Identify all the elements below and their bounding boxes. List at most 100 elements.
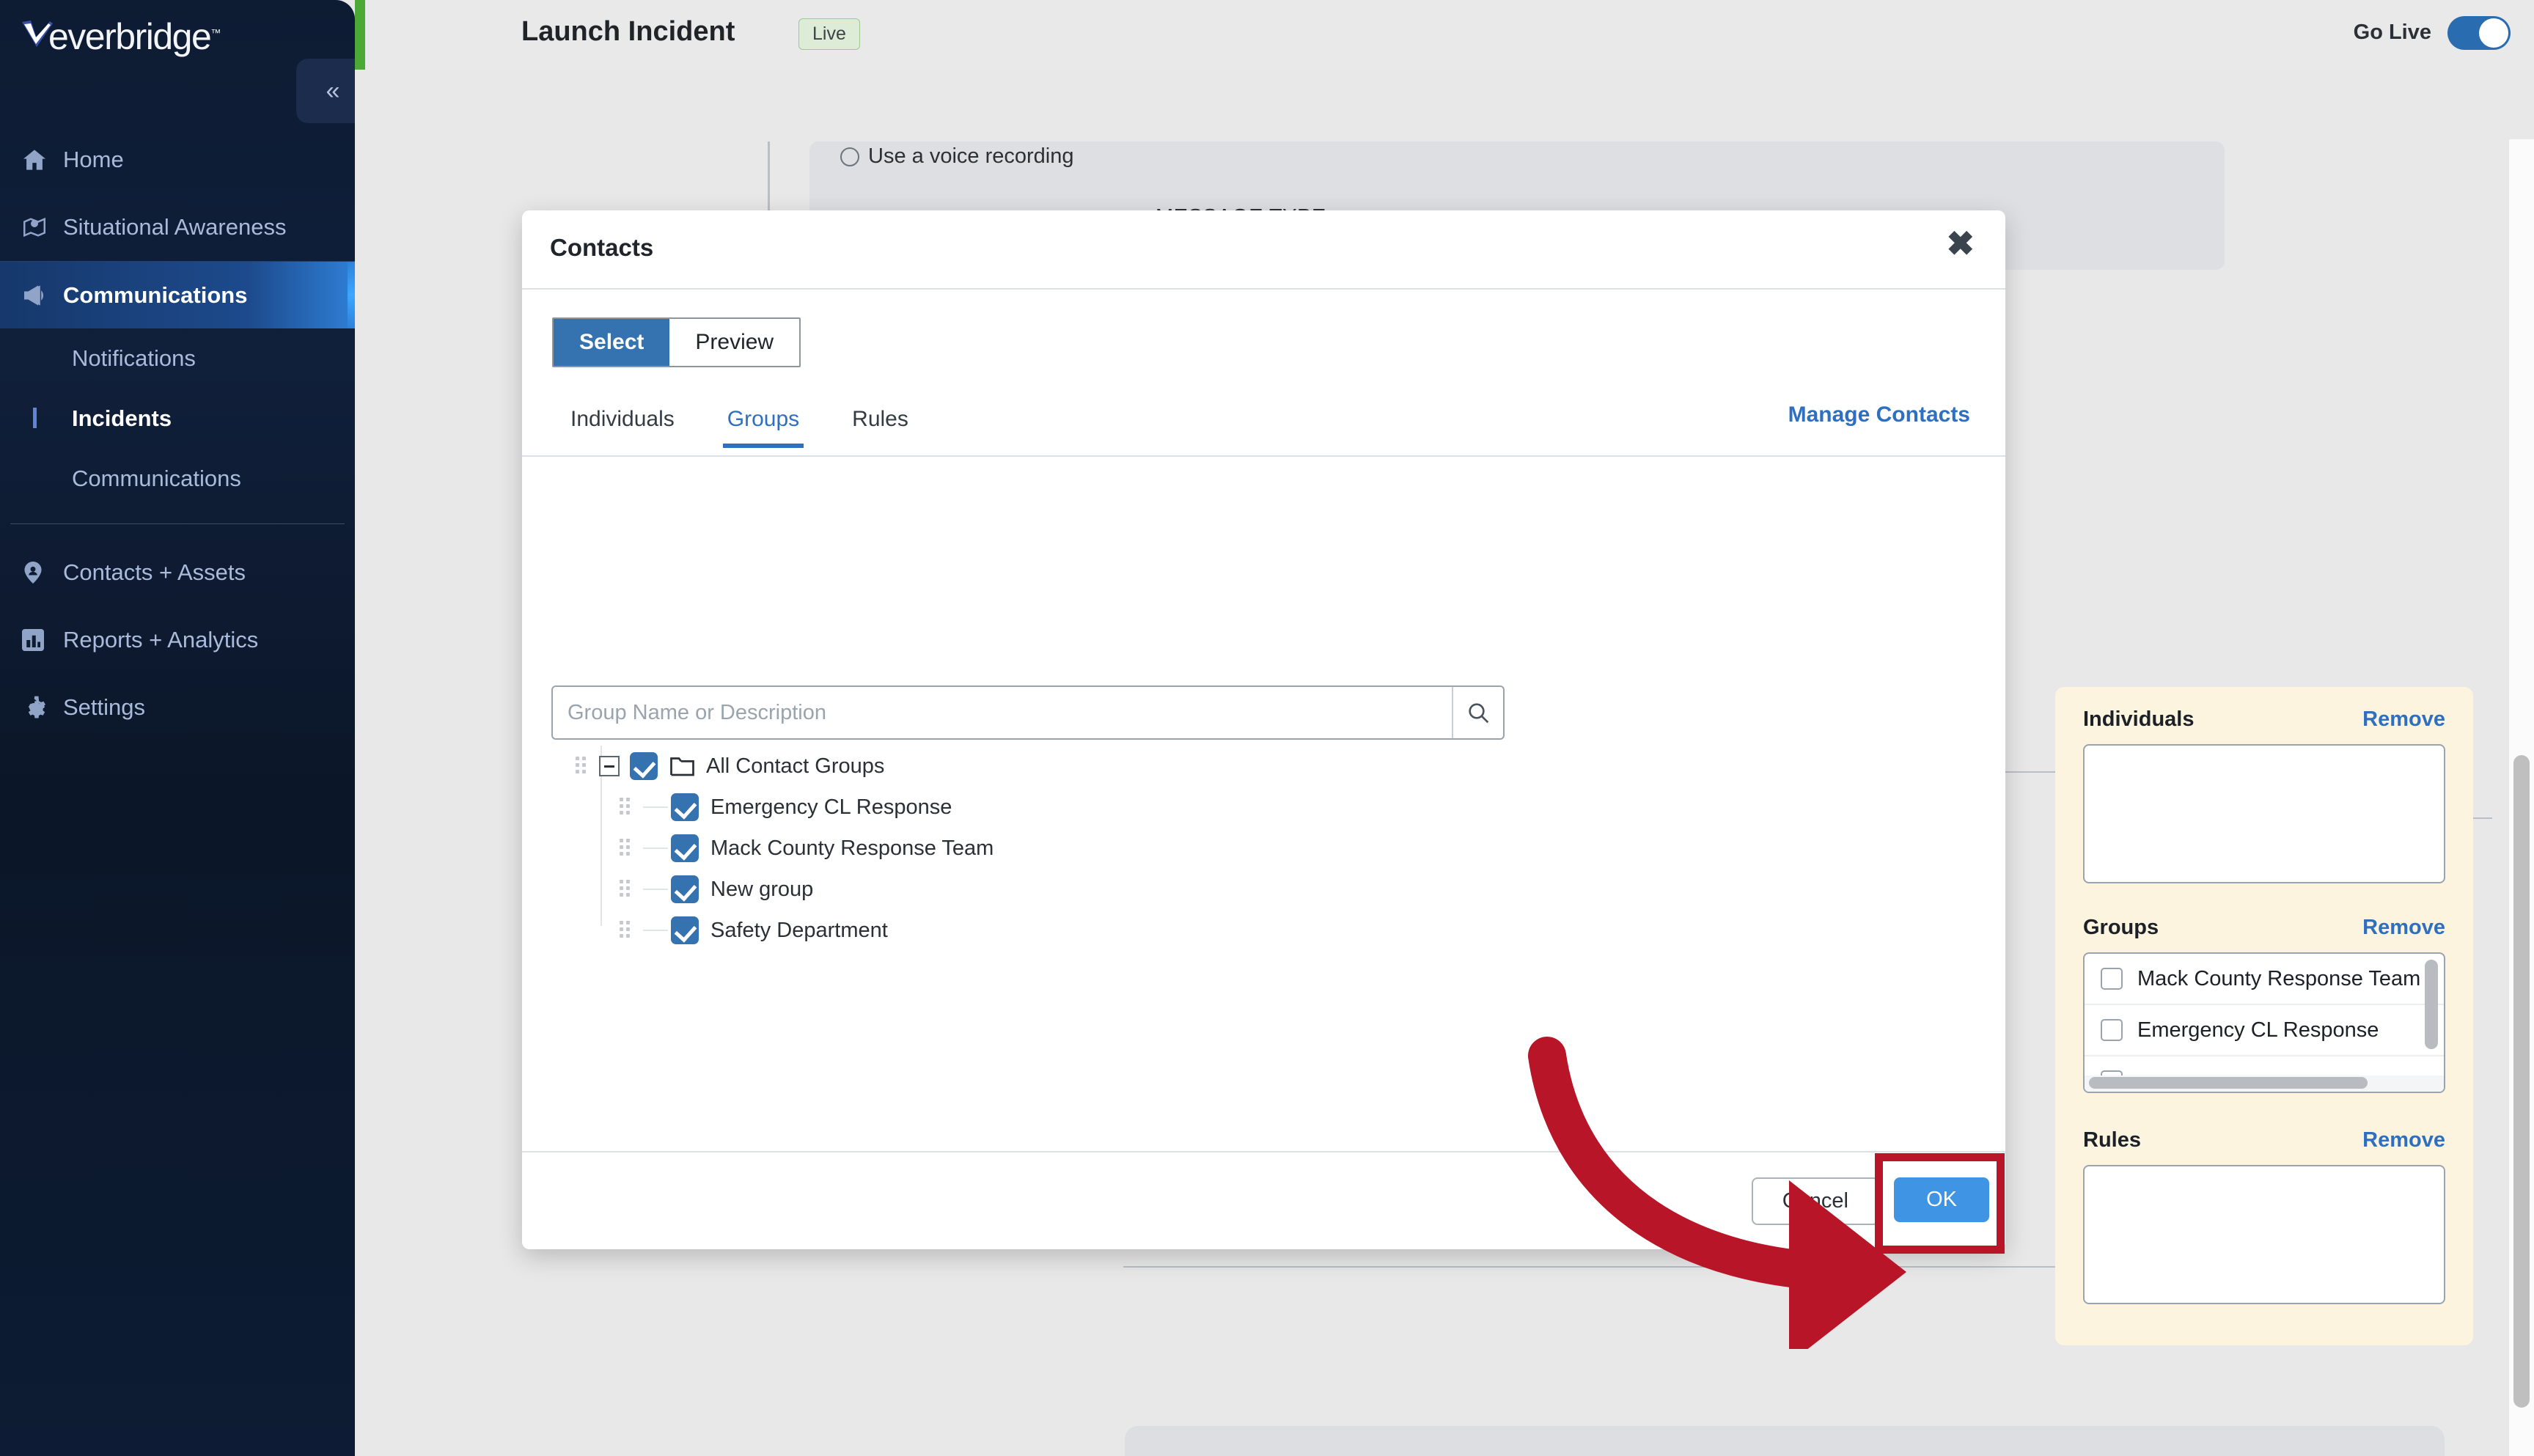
status-badge: Live [798, 18, 860, 50]
tab-groups[interactable]: Groups [701, 400, 826, 448]
modal-title: Contacts [550, 234, 654, 261]
list-item[interactable]: Mack County Response Team [2085, 954, 2444, 1005]
checkbox-checked-icon[interactable] [671, 875, 699, 903]
home-icon [22, 149, 63, 171]
cancel-button[interactable]: Cancel [1751, 1177, 1879, 1225]
close-icon[interactable]: ✖ [1946, 227, 1975, 260]
top-header: Launch Incident Live Go Live [355, 0, 2534, 70]
individuals-section-header: Individuals Remove [2083, 707, 2445, 732]
checkbox-unchecked-icon[interactable] [2101, 1019, 2123, 1041]
groups-list-box[interactable]: Mack County Response Team Emergency CL R… [2083, 952, 2445, 1093]
remove-rules-link[interactable]: Remove [2362, 1128, 2445, 1152]
contact-groups-tree: All Contact Groups Emergency CL Response… [551, 746, 1519, 951]
sidebar-item-communications-sub[interactable]: Communications [0, 449, 355, 509]
drag-handle-icon[interactable] [620, 839, 634, 858]
section-title: Groups [2083, 916, 2159, 939]
sidebar: everbridge™ « Home Situational Awareness… [0, 0, 355, 1456]
collapse-node-icon[interactable] [599, 756, 620, 776]
search-input[interactable] [553, 687, 1452, 738]
groups-list: Mack County Response Team Emergency CL R… [2085, 954, 2444, 1092]
sidebar-subitem-label: Communications [72, 466, 241, 491]
tab-preview[interactable]: Preview [669, 319, 800, 366]
contact-pin-icon [22, 562, 63, 584]
go-live-label: Go Live [2353, 21, 2431, 44]
section-title: Individuals [2083, 707, 2195, 731]
drag-handle-icon[interactable] [620, 798, 634, 817]
sidebar-item-settings[interactable]: Settings [0, 674, 355, 741]
list-item-label: Emergency CL Response [2137, 1018, 2379, 1042]
drag-handle-icon[interactable] [620, 921, 634, 940]
individuals-list-box[interactable] [2083, 744, 2445, 883]
drag-handle-icon[interactable] [576, 757, 590, 776]
remove-groups-link[interactable]: Remove [2362, 916, 2445, 940]
status-accent-strip [355, 0, 365, 70]
remove-individuals-link[interactable]: Remove [2362, 707, 2445, 732]
page-scrollbar-track[interactable] [2509, 139, 2534, 1456]
individuals-list [2085, 746, 2444, 882]
tab-select[interactable]: Select [554, 319, 670, 366]
tree-row-root[interactable]: All Contact Groups [551, 746, 1519, 787]
sidebar-subitem-label: Notifications [72, 345, 196, 371]
checkbox-checked-icon[interactable] [671, 793, 699, 821]
contacts-modal: Contacts ✖ Select Preview Individuals Gr… [522, 210, 2473, 1345]
manage-contacts-link[interactable]: Manage Contacts [1788, 402, 1970, 427]
tree-row[interactable]: Mack County Response Team [551, 828, 1519, 869]
sidebar-divider [10, 523, 345, 524]
groups-list-hscrollbar-thumb[interactable] [2089, 1077, 2368, 1089]
tree-elbow [643, 930, 668, 931]
rules-section-header: Rules Remove [2083, 1128, 2445, 1152]
page-scrollbar-thumb[interactable] [2513, 755, 2530, 1408]
voice-recording-label: Use a voice recording [868, 144, 1074, 168]
modal-footer: Cancel OK [522, 1151, 2005, 1249]
page-title: Launch Incident [521, 16, 735, 47]
sidebar-item-label: Communications [63, 282, 248, 308]
search-icon [1469, 703, 1489, 724]
sidebar-collapse-button[interactable]: « [296, 59, 355, 123]
tree-node-label: Emergency CL Response [710, 795, 952, 819]
sidebar-item-communications[interactable]: Communications [0, 261, 355, 328]
rules-list-box[interactable] [2083, 1165, 2445, 1304]
tree-elbow [643, 806, 668, 808]
group-search-field [551, 685, 1505, 740]
sidebar-item-home[interactable]: Home [0, 126, 355, 194]
checkbox-checked-icon[interactable] [671, 916, 699, 944]
sidebar-item-notifications[interactable]: Notifications [0, 328, 355, 389]
tree-node-label: Mack County Response Team [710, 836, 994, 860]
section-title: Rules [2083, 1128, 2141, 1152]
groups-section-header: Groups Remove [2083, 916, 2445, 940]
tree-row[interactable]: Emergency CL Response [551, 787, 1519, 828]
search-button[interactable] [1452, 687, 1503, 738]
megaphone-icon [22, 284, 63, 306]
brand-logo[interactable]: everbridge™ [21, 12, 240, 57]
checkbox-unchecked-icon[interactable] [2101, 968, 2123, 990]
sidebar-item-label: Situational Awareness [63, 214, 287, 240]
select-preview-segmented-control: Select Preview [552, 317, 801, 367]
groups-list-hscrollbar-track[interactable] [2085, 1076, 2444, 1092]
checkbox-checked-icon[interactable] [630, 752, 658, 780]
radio-unselected-icon [840, 147, 859, 166]
sidebar-item-reports-analytics[interactable]: Reports + Analytics [0, 606, 355, 674]
list-item[interactable]: Emergency CL Response [2085, 1005, 2444, 1056]
sidebar-item-incidents[interactable]: Incidents [0, 389, 355, 449]
tree-node-label: Safety Department [710, 918, 888, 942]
tree-row[interactable]: New group [551, 869, 1519, 910]
sidebar-item-situational-awareness[interactable]: Situational Awareness [0, 194, 355, 261]
contact-type-tabs: Individuals Groups Rules [544, 400, 935, 448]
tab-individuals[interactable]: Individuals [544, 400, 701, 448]
ok-button[interactable]: OK [1894, 1177, 1989, 1222]
brand-wordmark: everbridge™ [48, 16, 221, 57]
sidebar-subitem-label: Incidents [72, 405, 172, 431]
checkbox-checked-icon[interactable] [671, 834, 699, 862]
sidebar-item-contacts-assets[interactable]: Contacts + Assets [0, 539, 355, 606]
sidebar-nav: Home Situational Awareness Communication… [0, 126, 355, 741]
tab-rules[interactable]: Rules [826, 400, 935, 448]
send-section-card: Send [1125, 1426, 2445, 1456]
gear-icon [22, 696, 63, 719]
chevron-double-left-icon: « [326, 77, 340, 105]
tree-row[interactable]: Safety Department [551, 910, 1519, 951]
go-live-toggle[interactable] [2447, 16, 2511, 50]
voice-recording-option[interactable]: Use a voice recording [840, 144, 1073, 169]
tree-node-label: All Contact Groups [706, 754, 885, 778]
groups-list-scrollbar-thumb[interactable] [2425, 960, 2438, 1049]
drag-handle-icon[interactable] [620, 880, 634, 899]
